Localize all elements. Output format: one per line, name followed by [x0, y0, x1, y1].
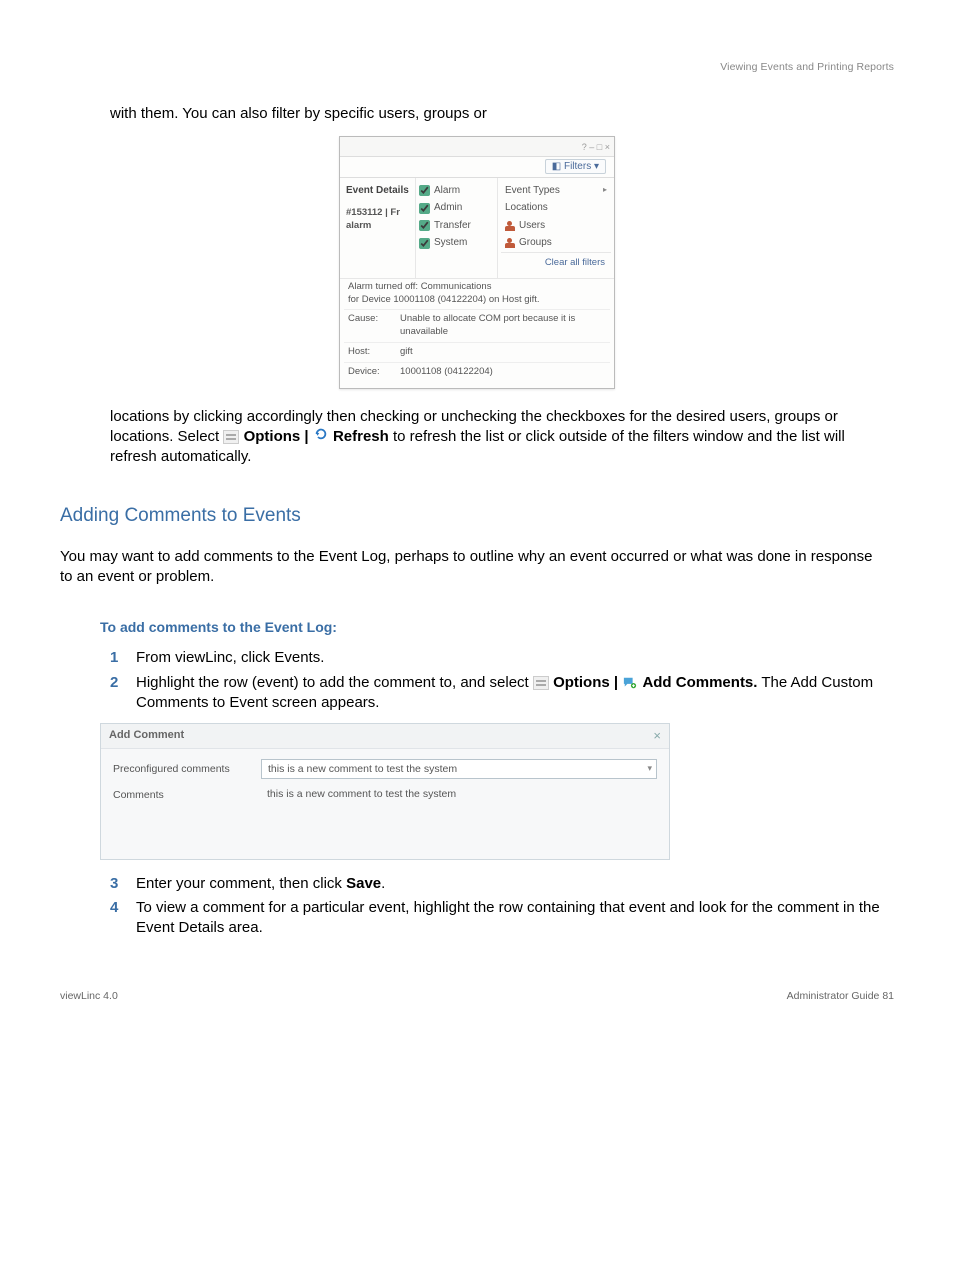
footer-product: viewLinc 4.0 — [60, 989, 118, 1003]
menuitem-locations-label: Locations — [505, 201, 548, 215]
event-desc-line2: for Device 10001108 (04122204) on Host g… — [348, 294, 540, 305]
section-intro-paragraph: You may want to add comments to the Even… — [60, 547, 874, 588]
post-filters-text-b: to refresh the list or click outside of … — [110, 428, 845, 465]
refresh-icon — [313, 427, 329, 441]
row-value-cause: Unable to allocate COM port because it i… — [400, 313, 606, 339]
event-details-heading: Event Details — [346, 184, 411, 198]
intro-fragment: with them. You can also filter by specif… — [110, 104, 894, 124]
step-number-4: 4 — [110, 898, 136, 918]
menuitem-users-label: Users — [519, 219, 545, 233]
intro-text: with them. You can also filter by specif… — [110, 105, 487, 122]
table-row: Device: 10001108 (04122204) — [344, 362, 610, 382]
add-comment-dialog: Add Comment × Preconfigured comments thi… — [100, 723, 670, 860]
menuitem-groups-label: Groups — [519, 236, 552, 250]
filters-button-label: Filters ▾ — [564, 161, 599, 172]
dialog-title: Add Comment — [109, 728, 184, 743]
preconfigured-comments-select[interactable]: this is a new comment to test the system — [261, 759, 657, 779]
step-number-2: 2 — [110, 673, 136, 693]
row-value-host: gift — [400, 346, 606, 359]
user-icon — [505, 221, 515, 231]
options-icon — [533, 676, 549, 690]
step-4-text: To view a comment for a particular event… — [136, 898, 894, 939]
event-id: #153112 | Fr alarm — [346, 207, 411, 233]
row-label-host: Host: — [348, 346, 392, 359]
group-icon — [505, 238, 515, 248]
event-alarm-word: alarm — [346, 220, 371, 231]
comments-label: Comments — [113, 785, 253, 802]
step-2-part-a: Highlight the row (event) to add the com… — [136, 674, 529, 691]
menuitem-groups[interactable]: Groups — [501, 234, 611, 252]
comments-textarea[interactable]: this is a new comment to test the system — [261, 785, 657, 843]
preconfigured-comments-label: Preconfigured comments — [113, 759, 253, 776]
filters-popup: ? – □ × ◧ Filters ▾ Event Details #15311… — [339, 136, 615, 388]
step-1-text: From viewLinc, click Events. — [136, 648, 894, 668]
table-row: Cause: Unable to allocate COM port becau… — [344, 309, 610, 342]
step-3-text: Enter your comment, then click Save. — [136, 874, 894, 894]
post-filters-paragraph: locations by clicking accordingly then c… — [110, 407, 884, 468]
save-button-label: Save — [346, 875, 381, 892]
checkbox-transfer[interactable]: Transfer — [419, 217, 494, 235]
event-description: Alarm turned off: Communications for Dev… — [340, 278, 614, 310]
checkbox-alarm[interactable]: Alarm — [419, 182, 494, 200]
options-label-text: Options | — [244, 428, 313, 445]
step-2-options-label: Options | — [553, 674, 622, 691]
checkbox-alarm-label: Alarm — [434, 184, 460, 198]
options-icon — [223, 430, 239, 444]
menuitem-event-types-label: Event Types — [505, 184, 560, 198]
checkbox-alarm-box[interactable] — [419, 185, 430, 196]
step-number-3: 3 — [110, 874, 136, 894]
event-id-text: #153112 | Fr — [346, 207, 400, 218]
row-label-device: Device: — [348, 366, 392, 379]
step-2-addcomments-label: Add Comments. — [642, 674, 757, 691]
event-desc-line1: Alarm turned off: Communications — [348, 281, 491, 292]
step-3-part-b: . — [381, 875, 385, 892]
close-icon[interactable]: × — [653, 727, 661, 745]
footer-page: Administrator Guide 81 — [787, 989, 894, 1003]
step-number-1: 1 — [110, 648, 136, 668]
filter-category-menu: Event Types Locations Users Groups Clear… — [498, 178, 614, 278]
filters-dropdown-button[interactable]: ◧ Filters ▾ — [340, 157, 614, 178]
event-detail-table: Cause: Unable to allocate COM port becau… — [340, 309, 614, 387]
checkbox-admin-label: Admin — [434, 201, 462, 215]
checkbox-transfer-box[interactable] — [419, 220, 430, 231]
checkbox-admin[interactable]: Admin — [419, 199, 494, 217]
checkbox-system-label: System — [434, 236, 467, 250]
step-3-part-a: Enter your comment, then click — [136, 875, 346, 892]
menuitem-users[interactable]: Users — [501, 217, 611, 235]
checkbox-transfer-label: Transfer — [434, 219, 471, 233]
table-row: Host: gift — [344, 342, 610, 362]
checkbox-admin-box[interactable] — [419, 203, 430, 214]
section-heading-adding-comments: Adding Comments to Events — [60, 503, 894, 529]
page-header: Viewing Events and Printing Reports — [60, 60, 894, 74]
menuitem-event-types[interactable]: Event Types — [501, 182, 611, 200]
row-value-device: 10001108 (04122204) — [400, 366, 606, 379]
checkbox-system-box[interactable] — [419, 238, 430, 249]
procedure-subtitle: To add comments to the Event Log: — [100, 618, 894, 637]
checkbox-system[interactable]: System — [419, 234, 494, 252]
step-2-text: Highlight the row (event) to add the com… — [136, 673, 894, 714]
menuitem-locations[interactable]: Locations — [501, 199, 611, 217]
window-titlebar-buttons[interactable]: ? – □ × — [340, 137, 614, 157]
refresh-label-text: Refresh — [333, 428, 389, 445]
add-comment-icon — [622, 676, 638, 690]
event-type-checkbox-panel: Alarm Admin Transfer System — [416, 178, 498, 278]
clear-all-filters-link[interactable]: Clear all filters — [501, 252, 611, 274]
row-label-cause: Cause: — [348, 313, 392, 339]
